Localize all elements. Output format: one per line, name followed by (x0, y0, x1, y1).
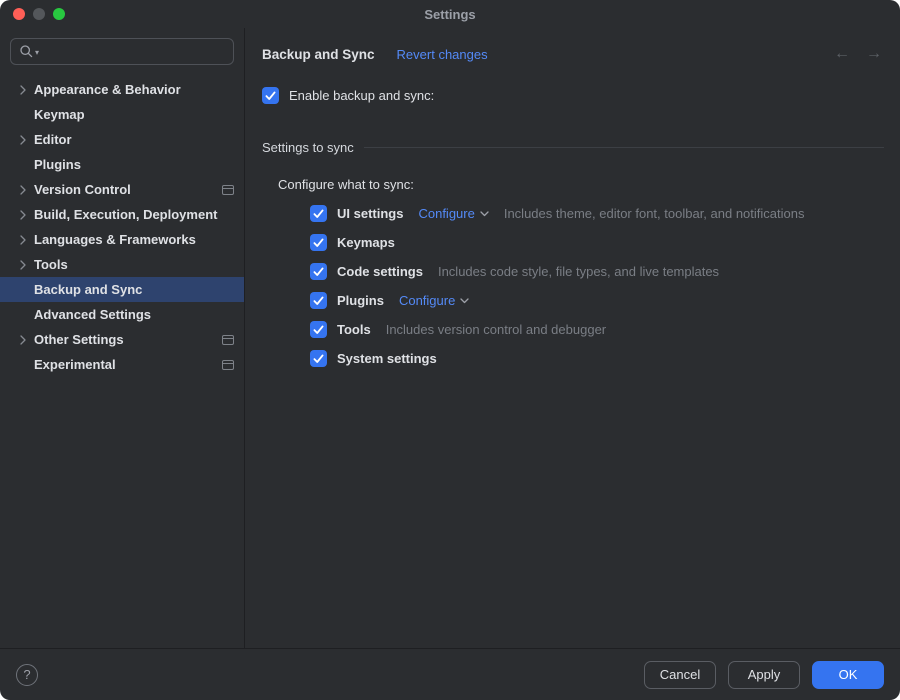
chevron-right-icon (20, 210, 34, 220)
sidebar-item-experimental[interactable]: Experimental (0, 352, 244, 377)
settings-window: Settings ▾ Appearance & Behavior Keymap Ed… (0, 0, 900, 700)
sidebar-item-label: Tools (34, 257, 68, 272)
group-divider (364, 147, 884, 148)
sync-option-plugins[interactable]: Plugins Configure (310, 286, 884, 315)
sidebar-item-label: Version Control (34, 182, 131, 197)
enable-backup-label: Enable backup and sync: (289, 88, 434, 103)
sidebar-item-label: Editor (34, 132, 72, 147)
chevron-right-icon (20, 135, 34, 145)
sidebar-item-label: Languages & Frameworks (34, 232, 196, 247)
checkbox-checked-icon (310, 292, 327, 309)
search-icon (19, 44, 34, 59)
checkbox-checked-icon (310, 234, 327, 251)
sync-option-description: Includes code style, file types, and liv… (438, 264, 719, 279)
chevron-right-icon (20, 335, 34, 345)
sidebar-item-tools[interactable]: Tools (0, 252, 244, 277)
search-options-chevron-icon: ▾ (35, 49, 39, 57)
settings-tree: Appearance & Behavior Keymap Editor Plugins… (0, 77, 244, 648)
sync-option-label: UI settings (337, 206, 403, 221)
sync-option-keymaps[interactable]: Keymaps (310, 228, 884, 257)
configure-label: Configure (399, 293, 455, 308)
apply-button[interactable]: Apply (728, 661, 800, 689)
back-arrow-icon[interactable]: ← (834, 45, 850, 63)
footer-buttons: Cancel Apply OK (644, 661, 884, 689)
ide-settings-badge-icon (222, 360, 234, 370)
group-title: Settings to sync (262, 140, 354, 155)
sidebar-item-other-settings[interactable]: Other Settings (0, 327, 244, 352)
window-title: Settings (0, 7, 900, 22)
chevron-down-icon (460, 298, 469, 304)
sidebar-item-label: Advanced Settings (34, 307, 151, 322)
checkbox-checked-icon (310, 350, 327, 367)
forward-arrow-icon[interactable]: → (866, 45, 882, 63)
sync-option-label: Keymaps (337, 235, 395, 250)
titlebar: Settings (0, 0, 900, 28)
sync-option-description: Includes version control and debugger (386, 322, 606, 337)
sync-option-label: System settings (337, 351, 437, 366)
sidebar-item-label: Keymap (34, 107, 85, 122)
sidebar-item-advanced-settings[interactable]: Advanced Settings (0, 302, 244, 327)
configure-dropdown[interactable]: Configure (399, 293, 469, 308)
history-nav: ← → (834, 45, 882, 63)
settings-sidebar: ▾ Appearance & Behavior Keymap Editor Plugi… (0, 28, 245, 648)
sync-option-system-settings[interactable]: System settings (310, 344, 884, 373)
sidebar-item-plugins[interactable]: Plugins (0, 152, 244, 177)
ide-settings-badge-icon (222, 335, 234, 345)
enable-backup-and-sync-checkbox[interactable]: Enable backup and sync: (262, 87, 884, 104)
cancel-button[interactable]: Cancel (644, 661, 716, 689)
help-button[interactable]: ? (16, 664, 38, 686)
ide-settings-badge-icon (222, 185, 234, 195)
sidebar-item-backup-and-sync[interactable]: Backup and Sync (0, 277, 244, 302)
checkbox-checked-icon (310, 205, 327, 222)
sidebar-item-label: Plugins (34, 157, 81, 172)
content-panel: Backup and Sync Revert changes ← → Enabl… (245, 28, 900, 648)
sidebar-item-label: Build, Execution, Deployment (34, 207, 217, 222)
checkbox-checked-icon (262, 87, 279, 104)
sync-option-description: Includes theme, editor font, toolbar, an… (504, 206, 805, 221)
sync-option-tools[interactable]: Tools Includes version control and debugg… (310, 315, 884, 344)
sidebar-item-label: Appearance & Behavior (34, 82, 181, 97)
sync-option-ui-settings[interactable]: UI settings Configure Includes theme, edit… (310, 199, 884, 228)
settings-to-sync-group: Settings to sync Configure what to sync:… (262, 140, 884, 373)
revert-changes-link[interactable]: Revert changes (397, 47, 488, 62)
configure-label: Configure (418, 206, 474, 221)
chevron-down-icon (480, 211, 489, 217)
sync-option-label: Plugins (337, 293, 384, 308)
chevron-right-icon (20, 185, 34, 195)
sync-options-list: UI settings Configure Includes theme, edit… (310, 199, 884, 373)
page-title: Backup and Sync (262, 47, 375, 62)
content-header: Backup and Sync Revert changes ← → (262, 44, 884, 64)
sidebar-item-label: Backup and Sync (34, 282, 142, 297)
ok-button[interactable]: OK (812, 661, 884, 689)
sidebar-item-build-execution-deployment[interactable]: Build, Execution, Deployment (0, 202, 244, 227)
sidebar-item-keymap[interactable]: Keymap (0, 102, 244, 127)
chevron-right-icon (20, 85, 34, 95)
sidebar-item-version-control[interactable]: Version Control (0, 177, 244, 202)
configure-dropdown[interactable]: Configure (418, 206, 488, 221)
group-header: Settings to sync (262, 140, 884, 155)
search-input[interactable]: ▾ (10, 38, 234, 65)
sync-option-code-settings[interactable]: Code settings Includes code style, file t… (310, 257, 884, 286)
sync-option-label: Code settings (337, 264, 423, 279)
sync-option-label: Tools (337, 322, 371, 337)
checkbox-checked-icon (310, 263, 327, 280)
dialog-footer: ? Cancel Apply OK (0, 648, 900, 700)
sidebar-item-appearance-behavior[interactable]: Appearance & Behavior (0, 77, 244, 102)
checkbox-checked-icon (310, 321, 327, 338)
sidebar-item-label: Other Settings (34, 332, 124, 347)
chevron-right-icon (20, 260, 34, 270)
sidebar-item-languages-frameworks[interactable]: Languages & Frameworks (0, 227, 244, 252)
sidebar-item-label: Experimental (34, 357, 116, 372)
main-area: ▾ Appearance & Behavior Keymap Editor Plugi… (0, 28, 900, 648)
sidebar-item-editor[interactable]: Editor (0, 127, 244, 152)
chevron-right-icon (20, 235, 34, 245)
configure-what-to-sync-label: Configure what to sync: (278, 177, 884, 192)
